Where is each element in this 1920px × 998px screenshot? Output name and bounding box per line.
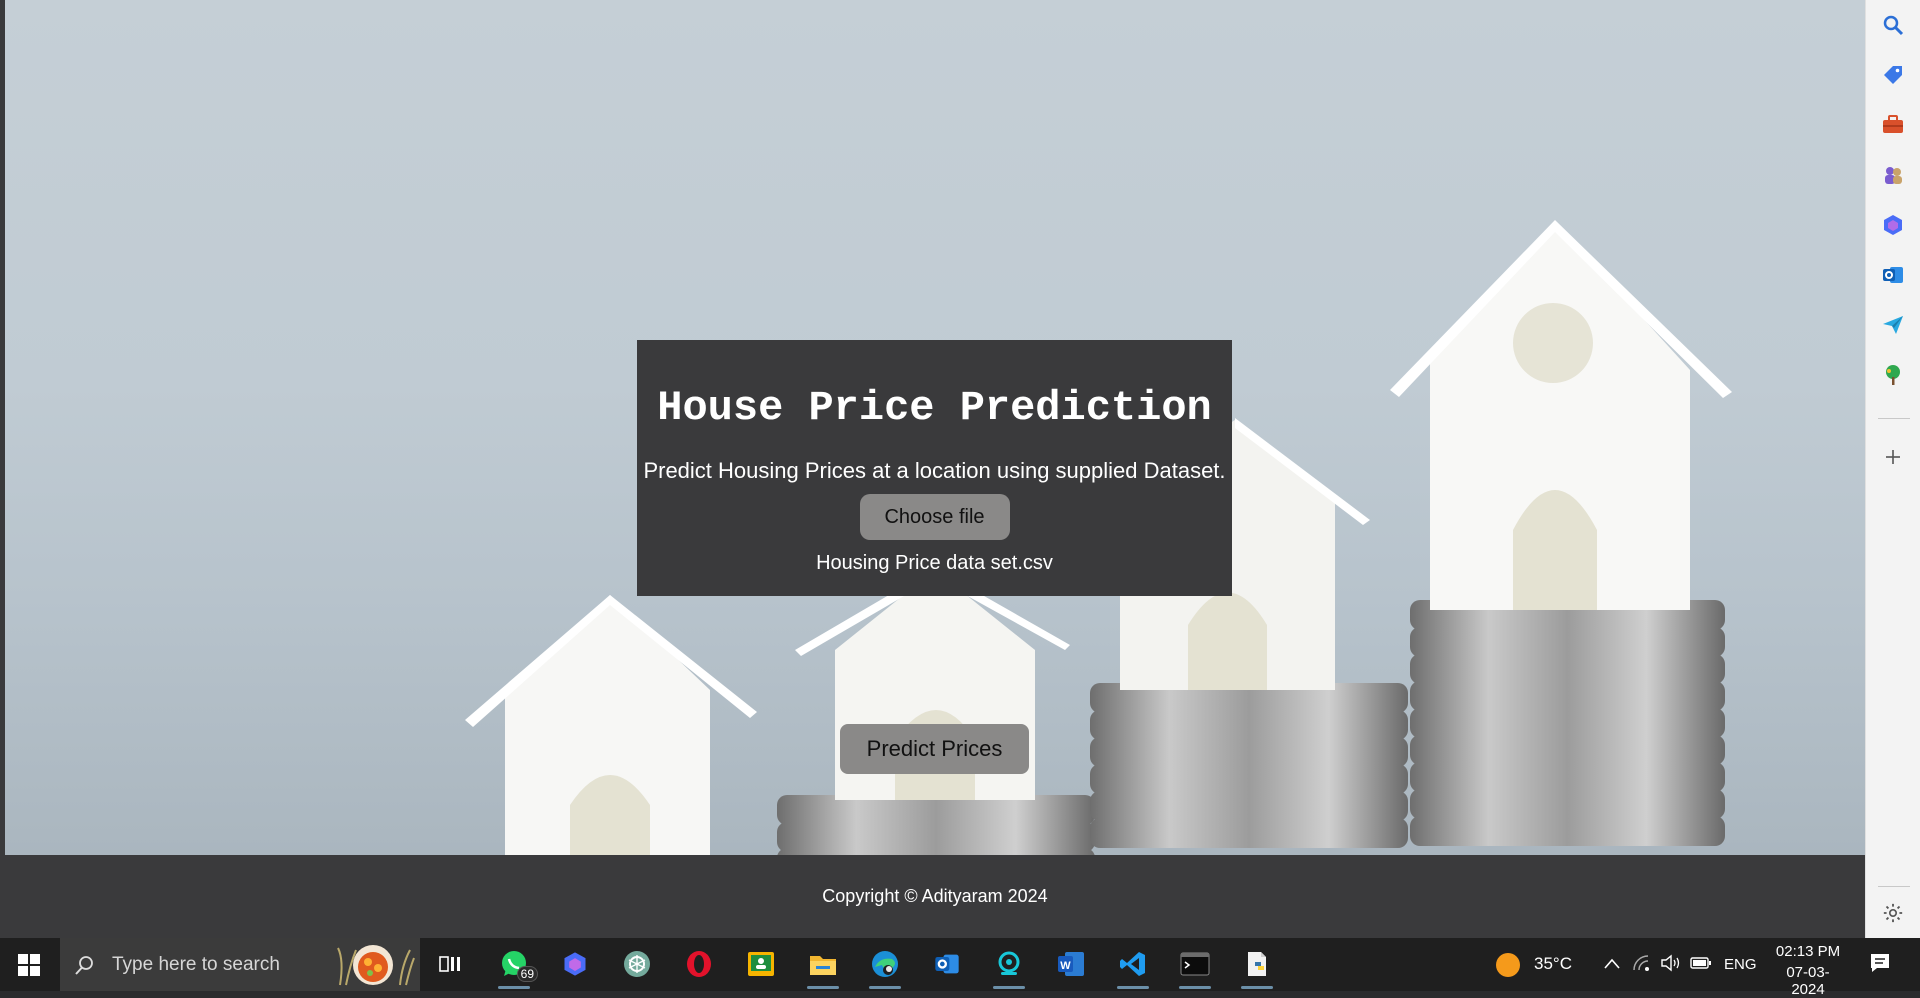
wifi-icon[interactable] — [1632, 954, 1650, 972]
app-running-indicator — [993, 986, 1025, 989]
taskbar-app-copilot[interactable] — [553, 944, 597, 984]
app-running-indicator — [807, 986, 839, 989]
add-icon[interactable] — [1879, 443, 1907, 471]
footer-copyright: Copyright © Adityaram 2024 — [822, 886, 1048, 906]
whatsapp-badge: 69 — [516, 966, 538, 982]
taskbar-app-word[interactable]: W — [1049, 944, 1093, 984]
notifications-icon[interactable] — [1868, 951, 1892, 975]
copilot-icon[interactable] — [1879, 211, 1907, 239]
weather-widget[interactable] — [1495, 952, 1521, 983]
sun-icon — [1496, 953, 1520, 977]
upload-card: House Price Prediction Predict Housing P… — [637, 340, 1232, 596]
window-edge — [0, 0, 5, 938]
briefcase-icon[interactable] — [1879, 111, 1907, 139]
search-placeholder: Type here to search — [112, 953, 280, 975]
app-cyan-icon — [998, 951, 1020, 975]
chatgpt-icon — [624, 951, 650, 977]
taskbar-app-opera[interactable] — [677, 944, 721, 984]
classroom-icon — [748, 952, 774, 976]
battery-icon[interactable] — [1690, 955, 1712, 971]
svg-text:W: W — [1060, 960, 1071, 972]
send-icon[interactable] — [1879, 311, 1907, 339]
taskbar-app-edge[interactable] — [863, 944, 907, 989]
footer: Copyright © Adityaram 2024 — [5, 855, 1865, 938]
taskbar-app-python[interactable] — [1235, 944, 1279, 989]
taskbar-app-cyan[interactable] — [987, 944, 1031, 989]
taskbar-app-whatsapp[interactable]: 69 — [492, 944, 538, 989]
word-icon: W — [1058, 952, 1084, 976]
taskbar-app-vscode[interactable] — [1111, 944, 1155, 989]
taskbar-app-outlook[interactable] — [925, 944, 969, 984]
clock[interactable]: 02:13 PM 07-03-2024 — [1770, 943, 1846, 998]
opera-icon — [687, 951, 711, 977]
clock-time: 02:13 PM — [1775, 943, 1841, 960]
selected-file-name: Housing Price data set.csv — [816, 552, 1053, 574]
taskbar-search-box[interactable]: Type here to search — [60, 938, 420, 991]
choose-file-button[interactable]: Choose file — [859, 494, 1010, 540]
python-file-icon — [1248, 952, 1266, 976]
edge-icon — [872, 951, 898, 977]
copilot-icon — [564, 952, 586, 976]
clock-date: 07-03-2024 — [1786, 964, 1830, 998]
app-running-indicator — [498, 986, 530, 989]
chevron-up-icon[interactable] — [1603, 956, 1621, 972]
taskbar-app-file-explorer[interactable] — [801, 944, 845, 989]
app-running-indicator — [869, 986, 901, 989]
page-subtitle: Predict Housing Prices at a location usi… — [643, 458, 1226, 483]
language-indicator[interactable]: ENG — [1724, 956, 1757, 973]
browser-sidebar — [1865, 0, 1920, 938]
taskbar-app-classroom[interactable] — [739, 944, 783, 984]
taskbar: Type here to search 69 W 35°C ENG 02:13 … — [0, 938, 1920, 998]
taskbar-app-terminal[interactable] — [1173, 944, 1217, 989]
app-running-indicator — [1117, 986, 1149, 989]
app-running-indicator — [1241, 986, 1273, 989]
app-running-indicator — [1179, 986, 1211, 989]
outlook-icon — [935, 954, 959, 974]
task-view-button[interactable] — [428, 944, 472, 984]
task-view-icon — [439, 956, 460, 972]
predict-prices-button[interactable]: Predict Prices — [840, 724, 1029, 774]
tree-icon[interactable] — [1879, 361, 1907, 389]
search-highlight-image — [337, 945, 415, 986]
settings-icon[interactable] — [1879, 899, 1907, 927]
search-icon — [75, 955, 93, 975]
windows-icon — [18, 953, 40, 976]
folder-icon — [810, 956, 836, 975]
windows-start-button[interactable] — [0, 938, 58, 991]
terminal-icon — [1180, 952, 1210, 976]
outlook-icon[interactable] — [1879, 261, 1907, 289]
taskbar-app-chatgpt[interactable] — [615, 944, 659, 984]
sidebar-divider-bottom — [1878, 886, 1910, 887]
games-icon[interactable] — [1879, 161, 1907, 189]
page-title: House Price Prediction — [657, 384, 1212, 432]
page-viewport: House Price Prediction Predict Housing P… — [5, 0, 1865, 855]
weather-temp: 35°C — [1534, 954, 1572, 973]
tag-icon[interactable] — [1879, 61, 1907, 89]
volume-icon[interactable] — [1660, 953, 1682, 973]
vscode-icon — [1120, 952, 1145, 976]
search-icon[interactable] — [1879, 11, 1907, 39]
sidebar-divider — [1878, 418, 1910, 419]
